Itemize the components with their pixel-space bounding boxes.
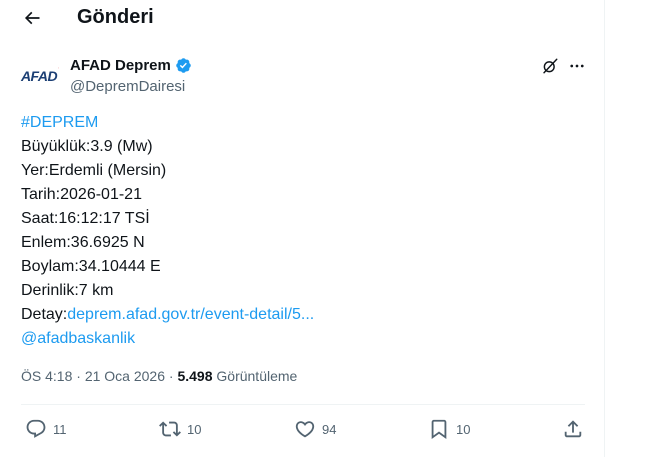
depth-line: Derinlik:7 km [21,282,114,299]
latitude-line: Enlem:36.6925 N [21,234,145,251]
grok-button[interactable] [540,56,560,76]
heart-icon [295,421,315,438]
avatar[interactable]: AFAD [18,55,60,97]
author-name[interactable]: AFAD Deprem [70,57,171,74]
tweet-text: #DEPREM Büyüklük:3.9 (Mw) Yer:Erdemli (M… [21,111,314,351]
tweet-time-link[interactable]: ÖS 4:18 [21,368,72,384]
share-button[interactable] [562,418,584,440]
repost-button[interactable]: 10 [159,418,201,440]
tweet-meta: ÖS 4:18 · 21 Oca 2026 · 5.498 Görüntülem… [21,368,297,384]
longitude-line: Boylam:34.10444 E [21,258,161,275]
afad-logo: AFAD [21,65,60,84]
bookmark-icon [431,419,447,440]
bookmark-count: 10 [456,421,471,437]
mention-link[interactable]: @afadbaskanlik [21,330,135,347]
tweet-date-link[interactable]: 21 Oca 2026 [85,368,165,384]
logo-dot [58,65,60,69]
reply-button[interactable]: 11 [25,418,67,440]
time-line: Saat:16:12:17 TSİ [21,210,150,227]
like-count: 94 [322,421,337,437]
divider [21,404,585,405]
like-button[interactable]: 94 [294,418,336,440]
detail-link[interactable]: deprem.afad.gov.tr/event-detail/5... [67,306,314,323]
hashtag-link[interactable]: #DEPREM [21,114,98,131]
location-line: Yer:Erdemli (Mersin) [21,162,167,179]
repost-count: 10 [187,421,202,437]
detail-line: Detay:deprem.afad.gov.tr/event-detail/5.… [21,303,314,327]
more-dots-icon [570,64,584,68]
repost-icon [159,421,181,437]
meta-separator: · [72,368,85,384]
grok-icon [543,58,558,74]
bookmark-button[interactable]: 10 [428,418,470,440]
magnitude-line: Büyüklük:3.9 (Mw) [21,138,153,155]
reply-icon [26,419,46,438]
page-title: Gönderi [77,6,154,28]
arrow-left-icon [24,11,40,25]
author-name-row[interactable]: AFAD Deprem [70,57,192,74]
meta-separator: · [165,368,178,384]
reply-count: 11 [53,421,67,437]
page-header: Gönderi [0,0,604,38]
column-border [604,0,605,457]
back-button[interactable] [18,4,46,32]
author-handle[interactable]: @DepremDairesi [70,78,185,95]
date-line: Tarih:2026-01-21 [21,186,142,203]
share-icon [564,420,582,438]
detail-label: Detay: [21,306,68,323]
more-options-button[interactable] [566,56,588,76]
verified-badge-icon[interactable] [175,57,192,74]
views-label: Görüntüleme [212,368,298,384]
views-count: 5.498 [177,368,213,384]
